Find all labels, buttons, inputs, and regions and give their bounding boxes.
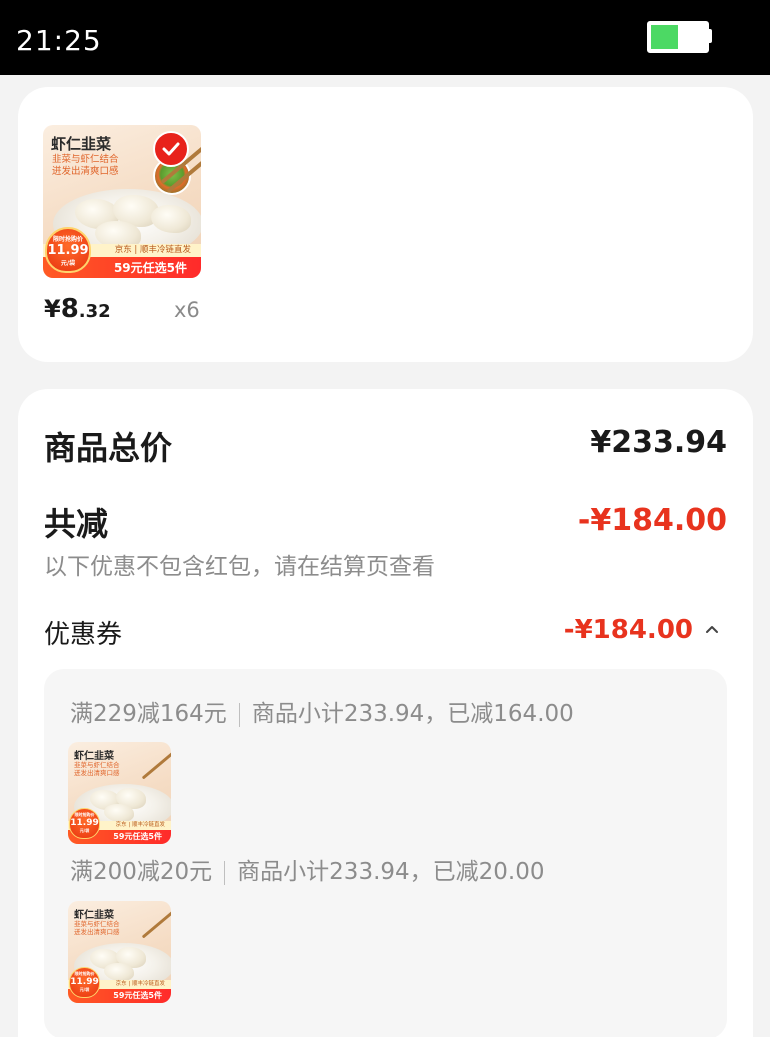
product-card: 虾仁韭菜 韭菜与虾仁结合 迸发出清爽口感 京东 | 顺丰冷链直发 59元任选5件… <box>18 87 753 362</box>
total-price-label: 商品总价 <box>44 429 173 467</box>
coupon-detail-panel: 满229减164元 商品小计233.94，已减164.00 虾仁韭菜 韭菜与虾仁结… <box>44 669 727 1037</box>
total-price-value: ¥233.94 <box>590 425 727 460</box>
coupon-product-image[interactable]: 虾仁韭菜 韭菜与虾仁结合 迸发出清爽口感 京东 | 顺丰冷链直发 59元任选5件… <box>68 742 171 844</box>
coupon-product-image[interactable]: 虾仁韭菜 韭菜与虾仁结合 迸发出清爽口感 京东 | 顺丰冷链直发 59元任选5件… <box>68 901 171 1003</box>
discount-label: 共减 <box>44 505 109 543</box>
price-tag: 限时抢购价 11.99 元/袋 <box>45 227 91 273</box>
product-image-subtitle: 韭菜与虾仁结合 迸发出清爽口感 <box>52 154 119 177</box>
coupon-label[interactable]: 优惠券 <box>44 614 122 651</box>
discount-value: -¥184.00 <box>577 503 727 538</box>
product-price: ¥8.32 <box>44 294 111 324</box>
discount-hint: 以下优惠不包含红包，请在结算页查看 <box>44 554 435 580</box>
coupon-rule: 满229减164元 商品小计233.94，已减164.00 <box>70 701 574 727</box>
coupon-rule: 满200减20元 商品小计233.94，已减20.00 <box>70 859 545 885</box>
product-image-title: 虾仁韭菜 <box>51 135 112 153</box>
battery-tip <box>709 29 712 43</box>
battery-level <box>651 25 678 49</box>
status-time: 21:25 <box>16 24 102 57</box>
chevron-up-icon[interactable] <box>705 622 719 636</box>
price-summary-card: 商品总价 ¥233.94 共减 -¥184.00 以下优惠不包含红包，请在结算页… <box>18 389 753 1037</box>
product-quantity: x6 <box>174 298 200 322</box>
status-bar: 21:25 <box>0 0 770 75</box>
checkmark-icon[interactable] <box>153 131 189 167</box>
battery-icon <box>647 21 709 53</box>
coupon-value[interactable]: -¥184.00 <box>564 615 693 645</box>
